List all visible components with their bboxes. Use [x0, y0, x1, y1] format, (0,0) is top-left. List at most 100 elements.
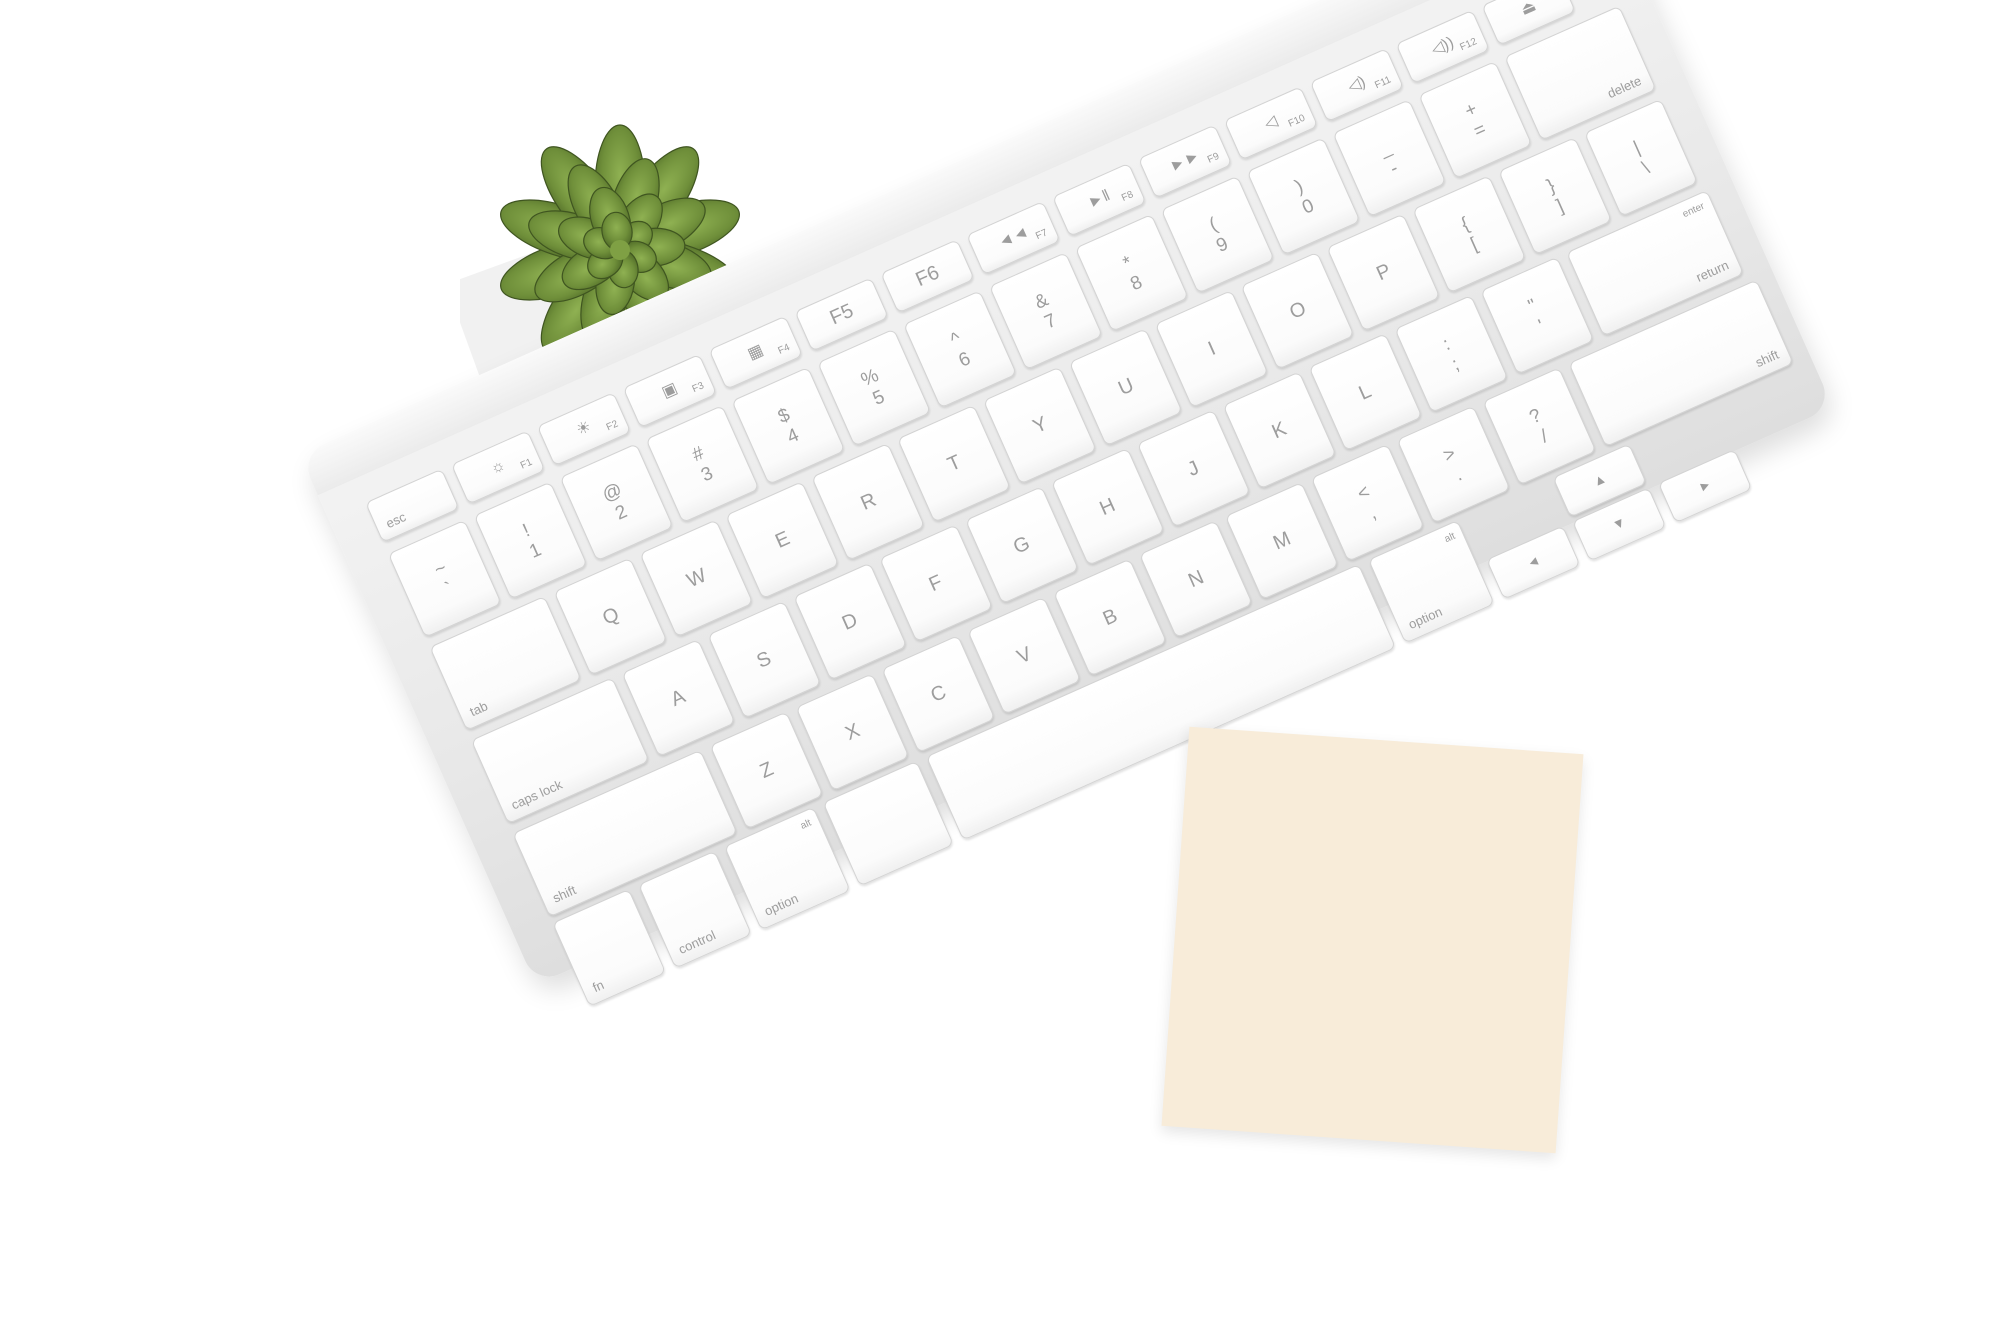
arrow-down-icon: ▾ — [1612, 514, 1627, 534]
photo-scene: esc ☼ F1 ☀ F2 ▣ F3 ▦ F4 F5 F6 ◄◄ F7 ►‖ F8 ►► F9 ◁ F10 ◁) F11… — [0, 0, 2000, 1333]
key-legend: 2 — [611, 500, 631, 525]
key-legend: 1 — [526, 538, 545, 563]
key-shift-legend: } — [1543, 175, 1559, 197]
key-function-label: F7 — [1034, 227, 1050, 243]
key-legend: \ — [1639, 157, 1653, 179]
key-legend: esc — [383, 509, 409, 532]
key-shift-legend: & — [1031, 288, 1052, 314]
key-legend: D — [838, 608, 861, 635]
key-shift-legend: ~ — [431, 556, 450, 581]
key-function-label: F11 — [1373, 74, 1393, 92]
mission-control-icon: ▣ — [659, 379, 681, 402]
key-legend: , — [1365, 502, 1380, 524]
key-legend: ; — [1448, 353, 1463, 375]
key-legend: W — [683, 564, 710, 593]
key-shift-legend: # — [688, 442, 708, 466]
key-shift-legend: : — [1439, 333, 1454, 355]
key-shift-legend: " — [1525, 294, 1540, 317]
key-shift-legend: < — [1354, 480, 1373, 505]
rewind-icon: ◄◄ — [995, 223, 1032, 252]
key-legend: R — [857, 488, 880, 515]
key-legend: A — [667, 685, 689, 711]
key-legend: 3 — [697, 462, 717, 486]
key-legend: Z — [756, 757, 777, 783]
key-legend: . — [1451, 463, 1465, 486]
key-legend: F6 — [912, 261, 943, 292]
arrow-right-icon: ▸ — [1697, 476, 1713, 496]
brightness-down-icon: ☼ — [487, 456, 509, 478]
key-legend: X — [842, 719, 864, 745]
key-legend: 7 — [1041, 309, 1060, 333]
key-legend: shift — [1753, 346, 1781, 371]
key-legend: [ — [1467, 233, 1481, 255]
key-function-label: F3 — [690, 380, 706, 396]
key-legend: F5 — [826, 299, 857, 330]
key-legend: tab — [467, 698, 491, 720]
arrow-left-icon: ◂ — [1526, 552, 1541, 572]
key-shift-legend: + — [1461, 98, 1481, 122]
key-legend: G — [1010, 532, 1034, 559]
key-legend: ] — [1553, 195, 1567, 217]
key-shift-legend: ! — [519, 519, 533, 542]
key-legend: return — [1693, 257, 1731, 285]
arrow-up-icon: ▴ — [1592, 470, 1607, 490]
key-legend: E — [772, 527, 794, 553]
key-shift-legend: | — [1630, 137, 1644, 159]
key-function-label: F12 — [1458, 36, 1479, 54]
key-shift-legend: * — [1119, 251, 1136, 274]
key-shift-legend: > — [1439, 442, 1459, 467]
key-legend: L — [1355, 380, 1375, 405]
key-function-label: F2 — [604, 418, 620, 434]
key-legend: ' — [1535, 315, 1548, 337]
key-legend: U — [1115, 374, 1138, 401]
key-function-label: F1 — [518, 456, 535, 472]
key-function-label: F9 — [1205, 150, 1222, 166]
key-legend: B — [1099, 604, 1121, 631]
key-legend: T — [944, 451, 965, 477]
key-legend: option — [761, 890, 801, 919]
key-legend: 8 — [1127, 271, 1146, 295]
volume-down-icon: ◁) — [1345, 73, 1369, 97]
mute-icon: ◁ — [1261, 112, 1280, 134]
key-legend: O — [1286, 297, 1310, 324]
key-legend: F — [925, 570, 946, 597]
key-legend: K — [1268, 417, 1290, 444]
key-legend: option — [1406, 603, 1445, 632]
key-legend: fn — [590, 977, 607, 996]
key-legend: / — [1537, 425, 1551, 448]
key-legend: = — [1470, 118, 1490, 142]
succulent-center — [610, 240, 630, 260]
key-legend: H — [1096, 494, 1119, 521]
key-legend: 0 — [1298, 194, 1318, 219]
key-legend: C — [927, 680, 950, 707]
key-legend: - — [1386, 157, 1402, 180]
key-function-label: F10 — [1286, 112, 1307, 130]
brightness-up-icon: ☀ — [573, 418, 594, 440]
key-legend: 6 — [955, 347, 974, 372]
launchpad-icon: ▦ — [745, 341, 766, 364]
key-legend: ` — [442, 577, 457, 600]
key-legend: Y — [1029, 412, 1051, 439]
key-legend: M — [1269, 527, 1295, 555]
key-legend: I — [1204, 337, 1219, 361]
key-legend: V — [1013, 642, 1036, 669]
key-shift-legend: $ — [774, 404, 793, 428]
key-shift-legend: { — [1457, 213, 1473, 236]
play-pause-icon: ►‖ — [1085, 187, 1113, 212]
key-legend: S — [753, 647, 775, 673]
volume-up-icon: ◁)) — [1428, 34, 1457, 59]
key-shift-legend: ) — [1291, 175, 1307, 198]
key-legend: control — [676, 927, 718, 957]
key-shift-legend: _ — [1375, 136, 1395, 160]
key-shift-legend: ^ — [947, 327, 964, 351]
key-shift-legend: ? — [1526, 404, 1545, 428]
key-function-label: F4 — [776, 342, 792, 357]
key-legend: delete — [1605, 72, 1644, 102]
key-legend: N — [1185, 566, 1208, 593]
key-legend: shift — [550, 882, 579, 906]
key-shift-legend: ( — [1206, 213, 1221, 236]
key-legend: J — [1184, 456, 1203, 481]
key-legend: 9 — [1213, 232, 1232, 257]
key-legend: P — [1373, 259, 1395, 286]
key-legend: Q — [599, 603, 623, 630]
